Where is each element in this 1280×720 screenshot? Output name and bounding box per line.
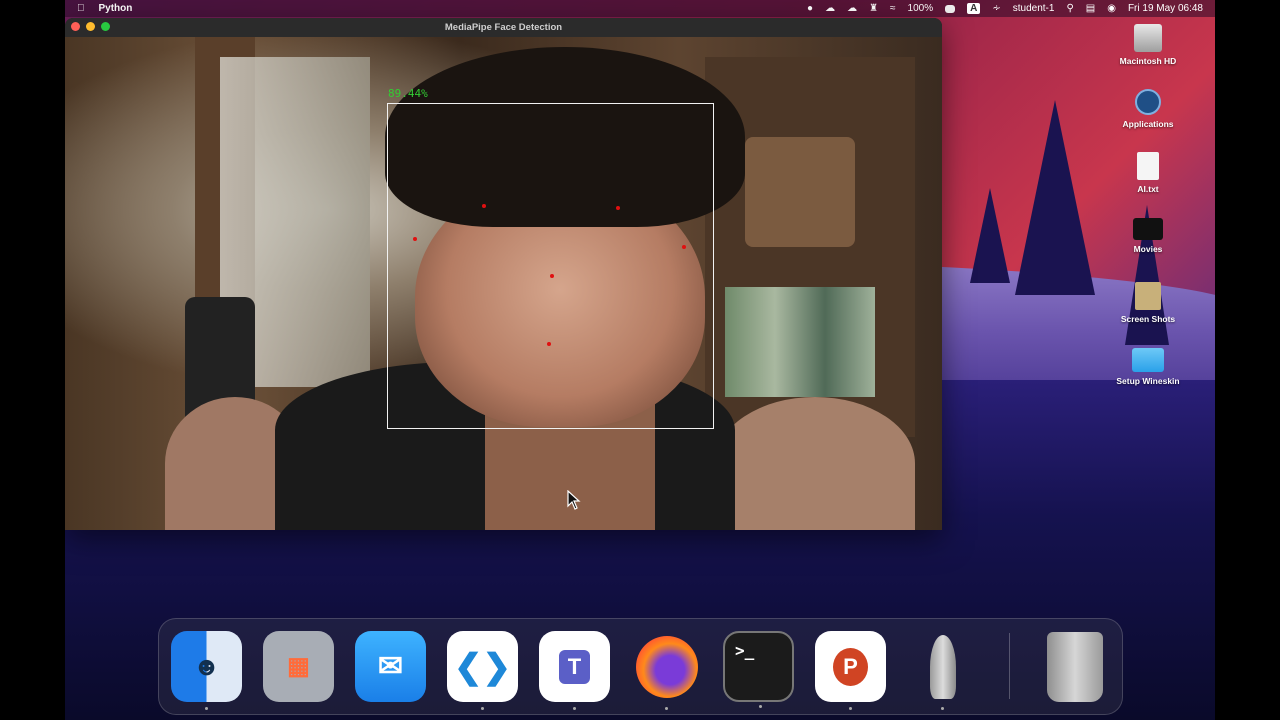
clock[interactable]: Fri 19 May 06:48 xyxy=(1128,3,1203,14)
desktop-icon-label: Movies xyxy=(1133,244,1163,254)
activity-icon[interactable]: ≈ xyxy=(890,3,896,14)
active-app-name[interactable]: Python xyxy=(99,3,133,14)
desktop-icon-label: Applications xyxy=(1122,119,1174,129)
dock-trash[interactable] xyxy=(1039,631,1110,702)
input-source-indicator[interactable]: A xyxy=(967,3,981,14)
desktop-icon-macintosh-hd[interactable]: Macintosh HD xyxy=(1108,24,1188,66)
powerpoint-icon: P xyxy=(833,647,868,686)
window-title: MediaPipe Face Detection xyxy=(444,22,563,33)
desktop-icon-setup-wineskin[interactable]: Setup Wineskin xyxy=(1108,348,1188,386)
user-name[interactable]: student-1 xyxy=(1013,3,1055,14)
keypoint-nose-tip xyxy=(550,274,554,278)
zoom-window-button[interactable] xyxy=(101,22,110,31)
dock-finder[interactable]: ☻ xyxy=(171,631,242,710)
hard-drive-icon xyxy=(1134,24,1162,52)
mail-icon: ✉ xyxy=(377,650,404,683)
folder-icon xyxy=(1132,348,1164,372)
keypoint-mouth-center xyxy=(547,342,551,346)
dock-powerpoint[interactable]: P xyxy=(815,631,886,710)
desktop-icon-label: AI.txt xyxy=(1137,184,1159,194)
minimize-window-button[interactable] xyxy=(86,22,95,31)
desktop-icon-movies[interactable]: Movies xyxy=(1108,218,1188,254)
wallpaper-tree xyxy=(970,188,1010,283)
running-indicator xyxy=(759,705,762,708)
running-indicator xyxy=(941,707,944,710)
battery-percentage[interactable]: 100% xyxy=(908,3,934,14)
control-center-icon[interactable]: ▤ xyxy=(1086,3,1095,14)
running-indicator xyxy=(481,707,484,710)
right-shoulder xyxy=(715,397,915,530)
cabinet-glass xyxy=(745,137,855,247)
face-bounding-box xyxy=(387,103,714,429)
finder-icon: ☻ xyxy=(192,651,221,681)
keypoint-left-eye xyxy=(616,206,620,210)
teams-icon: T xyxy=(558,649,591,684)
desktop-icon-label: Screen Shots xyxy=(1120,314,1176,324)
dock-python-launcher[interactable] xyxy=(907,631,978,710)
desktop-icon-screen-shots[interactable]: Screen Shots xyxy=(1108,282,1188,324)
keypoint-left-ear-tragion xyxy=(682,245,686,249)
keypoint-right-eye xyxy=(482,204,486,208)
screenshots-folder-icon xyxy=(1135,282,1161,310)
traffic-lights xyxy=(71,22,110,31)
book-row xyxy=(725,287,875,397)
desktop-icon-label: Macintosh HD xyxy=(1119,56,1177,66)
webcam-feed: 89.44% xyxy=(65,37,942,530)
record-icon[interactable]: ● xyxy=(807,3,813,14)
cloud-sync-icon[interactable]: ☁ xyxy=(847,3,857,14)
dock-terminal[interactable]: >_ xyxy=(723,631,794,708)
running-indicator xyxy=(665,707,668,710)
dock-firefox[interactable] xyxy=(631,631,702,710)
dock-teams[interactable]: T xyxy=(539,631,610,710)
desktop-icon-applications[interactable]: Applications xyxy=(1108,89,1188,129)
running-indicator xyxy=(573,707,576,710)
firefox-icon xyxy=(635,635,698,698)
menu-bar:  Python ● ☁ ☁ ♜ ≈ 100% A ∻ student-1 ⚲ … xyxy=(65,0,1215,17)
keypoint-right-ear-tragion xyxy=(413,237,417,241)
launchpad-icon: ▦ xyxy=(287,653,310,680)
battery-icon[interactable] xyxy=(945,4,956,13)
siri-icon[interactable]: ◉ xyxy=(1107,3,1116,14)
cloud-icon[interactable]: ☁ xyxy=(825,3,835,14)
desktop-icon-ai-txt[interactable]: AI.txt xyxy=(1108,152,1188,194)
trash-icon xyxy=(1046,631,1103,702)
apple-menu-icon[interactable]:  xyxy=(77,3,85,14)
window-title-bar[interactable]: MediaPipe Face Detection xyxy=(65,18,942,37)
dock: ☻ ▦ ✉ ❮❯ T >_ P xyxy=(158,618,1123,715)
running-indicator xyxy=(849,707,852,710)
dock-mail[interactable]: ✉ xyxy=(355,631,426,702)
dock-launchpad[interactable]: ▦ xyxy=(263,631,334,702)
spotlight-search-icon[interactable]: ⚲ xyxy=(1066,3,1073,14)
dock-vscode[interactable]: ❮❯ xyxy=(447,631,518,710)
text-file-icon xyxy=(1137,152,1159,180)
python-rocket-icon xyxy=(929,634,956,699)
desktop-icon-label: Setup Wineskin xyxy=(1116,376,1180,386)
running-indicator xyxy=(205,707,208,710)
app-status-icon[interactable]: ♜ xyxy=(869,3,878,14)
close-window-button[interactable] xyxy=(71,22,80,31)
applications-icon xyxy=(1135,89,1161,115)
detection-confidence-label: 89.44% xyxy=(388,87,428,100)
wifi-icon[interactable]: ∻ xyxy=(992,3,1000,14)
vscode-icon: ❮❯ xyxy=(454,647,511,686)
terminal-icon: >_ xyxy=(735,641,755,660)
wallpaper-tree xyxy=(1015,100,1095,295)
face-detection-window[interactable]: MediaPipe Face Detection 89.44% xyxy=(65,18,942,530)
movies-folder-icon xyxy=(1133,218,1163,240)
dock-separator xyxy=(1009,633,1010,699)
